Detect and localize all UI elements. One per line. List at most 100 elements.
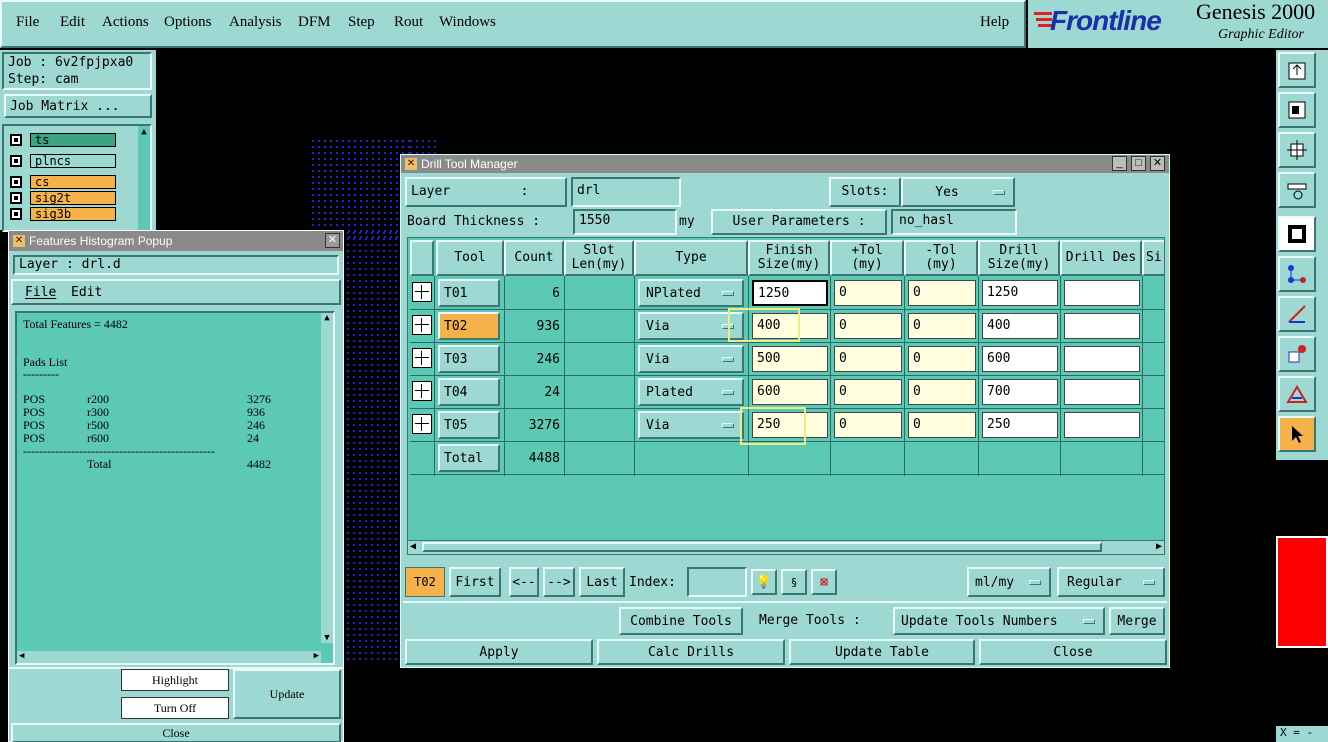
update-table-button[interactable]: Update Table — [789, 639, 975, 665]
window-left-icon[interactable] — [1278, 92, 1316, 128]
turn-off-button[interactable]: Turn Off — [121, 697, 229, 719]
clipboard-up-icon[interactable] — [1278, 52, 1316, 88]
layer-name[interactable]: cs — [30, 175, 116, 189]
plus-tol-input[interactable]: 0 — [834, 412, 902, 438]
scroll-thumb[interactable] — [422, 542, 1102, 552]
menu-edit[interactable]: Edit — [60, 14, 85, 31]
layer-name[interactable]: ts — [30, 133, 116, 147]
features-menu-edit[interactable]: Edit — [71, 285, 102, 300]
snake-icon[interactable]: § — [781, 569, 807, 595]
layer-row[interactable]: plncs — [10, 153, 128, 169]
checkbox-icon[interactable] — [10, 208, 22, 220]
features-vscrollbar[interactable]: ▲ ▼ — [321, 313, 333, 643]
scroll-left-icon[interactable]: ◀ — [410, 541, 416, 552]
update-button[interactable]: Update — [233, 669, 341, 719]
board-thickness-field[interactable]: 1550 — [573, 209, 677, 235]
tool-button[interactable]: T04 — [438, 378, 500, 406]
fit-screen-icon[interactable] — [1278, 132, 1316, 168]
minus-tol-input[interactable]: 0 — [908, 346, 976, 372]
merge-option-select[interactable]: Update Tools Numbers — [893, 607, 1105, 635]
user-parameters-button[interactable]: User Parameters : — [711, 209, 887, 235]
plus-tol-input[interactable]: 0 — [834, 313, 902, 339]
job-matrix-button[interactable]: Job Matrix ... — [4, 94, 152, 118]
features-menu-file[interactable]: File — [25, 285, 56, 300]
checkbox-icon[interactable] — [10, 134, 22, 146]
checkbox-icon[interactable] — [10, 192, 22, 204]
close-button[interactable]: Close — [979, 639, 1167, 665]
scroll-right-icon[interactable]: ▶ — [1156, 541, 1162, 552]
features-close-button[interactable]: Close — [11, 723, 341, 742]
drill-size-input[interactable]: 600 — [982, 346, 1058, 372]
tool-button[interactable]: T03 — [438, 345, 500, 373]
minus-tol-input[interactable]: 0 — [908, 412, 976, 438]
maximize-icon[interactable]: □ — [1131, 156, 1146, 171]
layer-row[interactable]: ts — [10, 132, 128, 148]
plus-tol-input[interactable]: 0 — [834, 280, 902, 306]
layer-name[interactable]: plncs — [30, 154, 116, 168]
add-polygon-icon[interactable] — [1278, 376, 1316, 412]
layer-name[interactable]: sig3b — [30, 207, 116, 221]
minus-tol-input[interactable]: 0 — [908, 280, 976, 306]
tool-button-selected[interactable]: T02 — [438, 312, 500, 340]
menu-rout[interactable]: Rout — [394, 14, 423, 31]
pointer-icon[interactable] — [1278, 416, 1316, 452]
calc-drills-button[interactable]: Calc Drills — [597, 639, 785, 665]
tool-button[interactable]: T05 — [438, 411, 500, 439]
menu-help[interactable]: Help — [980, 14, 1009, 31]
drill-des-input[interactable] — [1064, 280, 1140, 306]
prev-button[interactable]: <-- — [509, 567, 539, 597]
menu-options[interactable]: Options — [164, 14, 212, 31]
scroll-right-icon[interactable]: ▶ — [314, 651, 319, 661]
first-button[interactable]: First — [449, 567, 501, 597]
drill-size-input[interactable]: 400 — [982, 313, 1058, 339]
user-parameters-field[interactable]: no_hasl — [891, 209, 1017, 235]
window-menu-icon[interactable]: ✕ — [405, 158, 417, 170]
add-pad-icon[interactable] — [1278, 336, 1316, 372]
layer-row[interactable]: sig2t — [10, 190, 128, 206]
lightbulb-icon[interactable]: 💡 — [751, 569, 777, 595]
connect-nodes-icon[interactable] — [1278, 256, 1316, 292]
scroll-down-icon[interactable]: ▼ — [321, 633, 333, 643]
menu-actions[interactable]: Actions — [102, 14, 149, 31]
drill-des-input[interactable] — [1064, 346, 1140, 372]
drill-size-input[interactable]: 250 — [982, 412, 1058, 438]
menu-windows[interactable]: Windows — [439, 14, 496, 31]
scroll-up-icon[interactable]: ▲ — [321, 313, 333, 323]
drill-des-input[interactable] — [1064, 379, 1140, 405]
layer-field[interactable]: drl — [571, 177, 681, 207]
finish-size-input[interactable]: 600 — [752, 379, 828, 405]
clear-icon[interactable]: ⊠ — [811, 569, 837, 595]
merge-button[interactable]: Merge — [1109, 607, 1165, 635]
drill-des-input[interactable] — [1064, 412, 1140, 438]
select-box-icon[interactable] — [1278, 216, 1316, 252]
finish-size-input[interactable]: 500 — [752, 346, 828, 372]
menu-dfm[interactable]: DFM — [298, 14, 331, 31]
plus-tol-input[interactable]: 0 — [834, 379, 902, 405]
close-icon[interactable]: ✕ — [1150, 156, 1165, 171]
menu-file[interactable]: File — [16, 14, 39, 31]
apply-button[interactable]: Apply — [405, 639, 593, 665]
last-button[interactable]: Last — [579, 567, 625, 597]
type-select[interactable]: NPlated — [638, 279, 744, 307]
next-button[interactable]: --> — [543, 567, 575, 597]
finish-size-input[interactable]: 1250 — [752, 280, 828, 306]
features-hscrollbar[interactable]: ◀ ▶ — [17, 651, 321, 663]
window-menu-icon[interactable]: ✕ — [13, 235, 25, 247]
layer-name[interactable]: sig2t — [30, 191, 116, 205]
measure-tool-icon[interactable] — [1278, 172, 1316, 208]
layer-row[interactable]: sig3b — [10, 206, 128, 222]
minus-tol-input[interactable]: 0 — [908, 379, 976, 405]
index-input[interactable] — [687, 567, 747, 597]
table-hscrollbar[interactable]: ◀ ▶ — [408, 540, 1164, 554]
dtm-titlebar[interactable]: ✕ Drill Tool Manager _ □ ✕ — [401, 155, 1169, 173]
add-line-icon[interactable] — [1278, 296, 1316, 332]
checkbox-icon[interactable] — [10, 155, 22, 167]
menu-analysis[interactable]: Analysis — [229, 14, 282, 31]
drill-size-input[interactable]: 700 — [982, 379, 1058, 405]
row-select-icon[interactable] — [412, 282, 432, 302]
minus-tol-input[interactable]: 0 — [908, 313, 976, 339]
menu-step[interactable]: Step — [348, 14, 375, 31]
close-icon[interactable]: ✕ — [325, 233, 340, 248]
row-select-icon[interactable] — [412, 414, 432, 434]
row-select-icon[interactable] — [412, 381, 432, 401]
